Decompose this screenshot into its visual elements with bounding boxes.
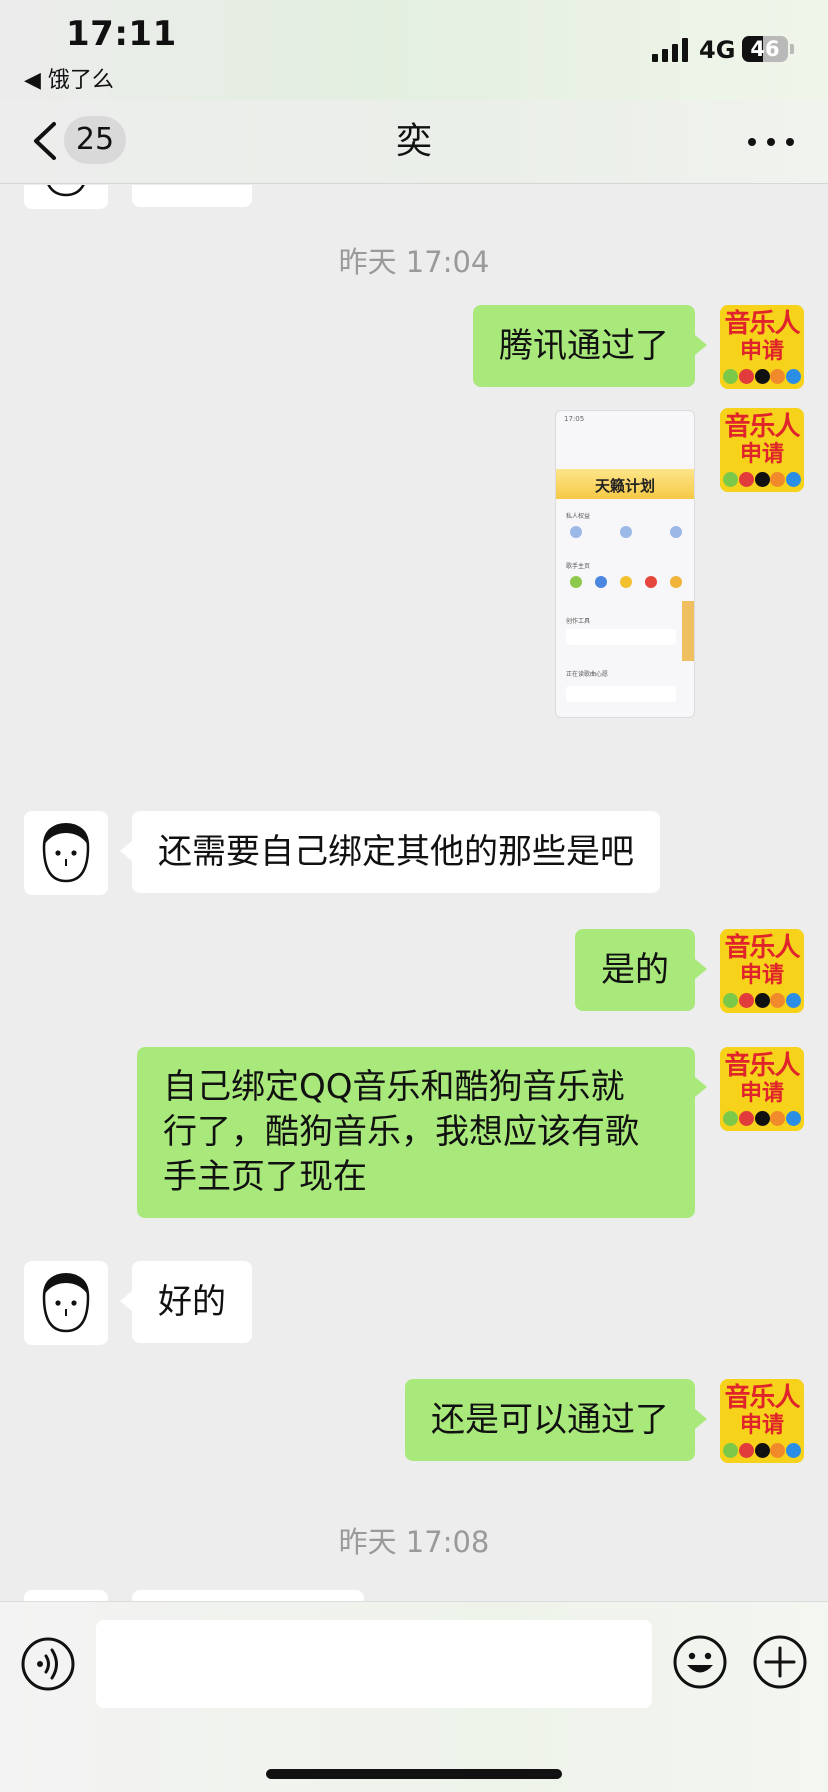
logo-text-2: 申请 [739,339,784,364]
my-avatar[interactable]: 音乐人 申请 [720,305,804,389]
face-avatar-icon [42,823,90,883]
add-more-icon[interactable] [752,1634,808,1690]
logo-text-2: 申请 [739,442,784,467]
logo-text-2: 申请 [739,963,784,988]
back-to-app-link[interactable]: ◀ 饿了么 [24,62,114,94]
timestamp: 昨天 17:04 [338,245,490,279]
face-avatar-icon [42,1273,90,1333]
message-bubble-outgoing[interactable]: 自己绑定QQ音乐和酷狗音乐就 行了，酷狗音乐，我想应该有歌 手主页了现在 [137,1047,707,1218]
message-bubble-outgoing[interactable]: 是的 [575,929,707,1011]
thumb-icon-row [570,576,682,588]
my-avatar[interactable]: 音乐人 申请 [720,1047,804,1131]
image-message-thumbnail[interactable]: 17:05 天籁计划 私人权益 歌手主页 创作工具 正在读歌曲心愿 [555,410,695,718]
music-person-logo: 音乐人 申请 [720,929,804,1013]
thumb-title: 天籁计划 [594,477,655,495]
contact-avatar[interactable] [24,1261,108,1345]
platform-icons [723,369,801,385]
back-chevron-icon[interactable] [26,118,66,164]
music-person-logo: 音乐人 申请 [720,305,804,389]
logo-text-1: 音乐人 [724,412,800,442]
thumb-time: 17:05 [564,415,585,423]
face-avatar-icon [47,185,85,197]
emoji-icon[interactable] [672,1634,728,1690]
thumb-side-tab [682,601,694,661]
my-avatar[interactable]: 音乐人 申请 [720,408,804,492]
chat-header: 奕 25 [0,100,828,184]
message-input[interactable] [96,1620,652,1708]
battery-percent: 46 [750,37,780,61]
contact-avatar[interactable] [24,1590,108,1601]
logo-text-2: 申请 [739,1081,784,1106]
logo-text-1: 音乐人 [724,1383,800,1413]
logo-text-2: 申请 [739,1413,784,1438]
music-person-logo: 音乐人 申请 [720,408,804,492]
platform-icons [723,993,801,1009]
message-bubble-incoming[interactable]: 好的 [120,1261,252,1343]
music-person-logo: 音乐人 申请 [720,1047,804,1131]
timestamp: 昨天 17:08 [338,1525,490,1559]
contact-avatar[interactable] [24,185,108,209]
thumb-section: 正在读歌曲心愿 [566,671,609,678]
battery-tip [790,44,794,54]
message-list[interactable]: 好的 昨天 17:04 腾讯通过了 音乐人 申请 17:05 天籁计划 私人权益… [0,185,828,1601]
logo-text-1: 音乐人 [724,309,800,339]
my-avatar[interactable]: 音乐人 申请 [720,1379,804,1463]
message-bubble-incoming[interactable]: 还需要自己绑定其他的那些是吧 [120,811,660,893]
status-time: 17:11 [66,14,177,54]
message-bubble-incoming[interactable] [132,1590,364,1601]
battery-icon: 46 [742,36,788,62]
contact-avatar[interactable] [24,811,108,895]
thumb-section: 私人权益 [566,513,591,520]
platform-icons [723,472,801,488]
status-bar: 17:11 ◀ 饿了么 4G 46 [0,0,828,100]
signal-icon [652,38,688,62]
thumb-section: 创作工具 [566,618,591,625]
music-person-logo: 音乐人 申请 [720,1379,804,1463]
message-bubble-outgoing[interactable]: 腾讯通过了 [473,305,707,387]
input-bar [0,1601,828,1792]
platform-icons [723,1443,801,1459]
platform-icons [723,1111,801,1127]
thumb-section: 歌手主页 [566,563,591,570]
unread-count-badge[interactable]: 25 [64,116,126,164]
more-options-icon[interactable] [744,124,798,160]
message-bubble-incoming[interactable]: 好的 [132,185,252,207]
logo-text-1: 音乐人 [724,1051,800,1081]
thumb-card [566,686,676,702]
thumb-card [566,629,676,645]
my-avatar[interactable]: 音乐人 申请 [720,929,804,1013]
network-type: 4G [699,36,736,64]
voice-input-icon[interactable] [20,1636,76,1692]
logo-text-1: 音乐人 [724,933,800,963]
home-indicator[interactable] [266,1769,562,1779]
thumb-icon-row [570,526,682,538]
message-bubble-outgoing[interactable]: 还是可以通过了 [405,1379,707,1461]
